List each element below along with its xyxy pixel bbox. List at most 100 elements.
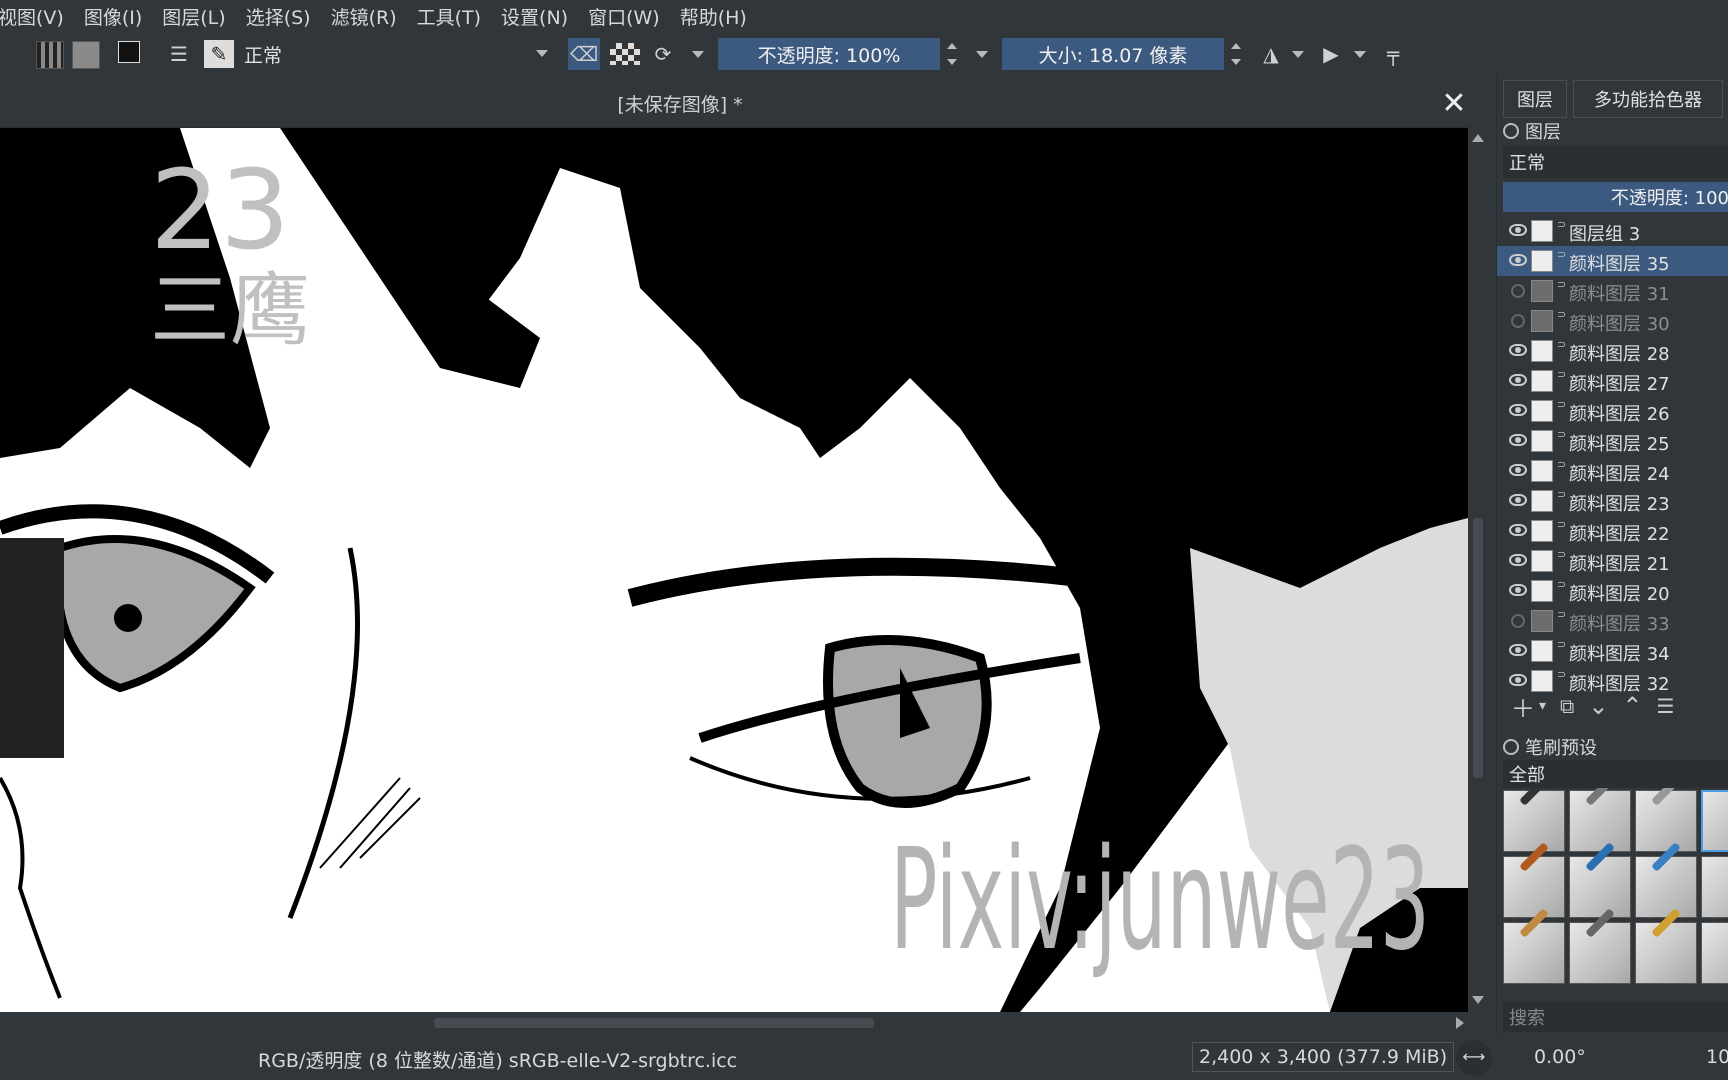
layer-row[interactable]: ⊃ 图层组 3 bbox=[1497, 216, 1728, 246]
eye-hidden-icon[interactable] bbox=[1511, 284, 1525, 298]
close-icon[interactable]: ✕ bbox=[1436, 86, 1472, 122]
layer-row[interactable]: ⊃ 颜料图层 26 bbox=[1497, 396, 1728, 426]
alpha-inherit-icon[interactable]: ⊃ bbox=[1557, 308, 1566, 321]
layer-row[interactable]: ⊃ 颜料图层 34 bbox=[1497, 636, 1728, 666]
chevron-down-icon[interactable] bbox=[692, 51, 704, 58]
brush-preset-graphite[interactable] bbox=[1569, 908, 1631, 984]
pattern-swatch[interactable] bbox=[72, 41, 100, 69]
mirror-vertical-icon[interactable]: ▶ bbox=[1316, 38, 1346, 70]
brush-search-input[interactable]: 搜索 bbox=[1503, 1002, 1728, 1032]
drawing-canvas[interactable]: 23 三鹰 Pixiv:junwe23 bbox=[0, 128, 1468, 1012]
brush-preset-charcoal[interactable] bbox=[1503, 908, 1565, 984]
lock-icon[interactable] bbox=[1503, 123, 1519, 139]
brush-preset-icon[interactable]: ✎ bbox=[204, 40, 234, 68]
brush-preset-pencil-soft[interactable] bbox=[1569, 788, 1631, 852]
zoom-value[interactable]: 10 bbox=[1706, 1046, 1728, 1068]
menu-select[interactable]: 选择(S) bbox=[236, 3, 321, 30]
layer-row[interactable]: ⊃ 颜料图层 35 bbox=[1497, 246, 1728, 276]
vertical-scrollbar[interactable] bbox=[1468, 128, 1488, 1012]
layer-row[interactable]: ⊃ 颜料图层 27 bbox=[1497, 366, 1728, 396]
foreground-color-swatch[interactable] bbox=[118, 41, 140, 63]
layer-row[interactable]: ⊃ 颜料图层 30 bbox=[1497, 306, 1728, 336]
layer-opacity-slider[interactable]: 不透明度: 100 bbox=[1503, 182, 1728, 212]
eye-icon[interactable] bbox=[1509, 674, 1527, 686]
alpha-inherit-icon[interactable]: ⊃ bbox=[1557, 428, 1566, 441]
eye-icon[interactable] bbox=[1509, 494, 1527, 506]
rotation-icon[interactable]: ⟷ bbox=[1456, 1040, 1492, 1076]
eye-icon[interactable] bbox=[1509, 344, 1527, 356]
image-dimensions[interactable]: 2,400 x 3,400 (377.9 MiB) bbox=[1192, 1042, 1455, 1072]
brush-preset-selected[interactable] bbox=[1701, 790, 1728, 852]
chevron-down-icon[interactable] bbox=[976, 51, 988, 58]
eraser-icon[interactable]: ⌫ bbox=[568, 38, 600, 70]
brush-preset-marker[interactable] bbox=[1635, 908, 1697, 984]
layer-row[interactable]: ⊃ 颜料图层 33 bbox=[1497, 606, 1728, 636]
brush-tag-filter[interactable]: 全部 bbox=[1503, 760, 1728, 788]
chevron-down-icon[interactable] bbox=[1292, 51, 1304, 58]
eye-hidden-icon[interactable] bbox=[1511, 314, 1525, 328]
horizontal-scroll-thumb[interactable] bbox=[434, 1018, 874, 1028]
menu-settings[interactable]: 设置(N) bbox=[491, 3, 578, 30]
brush-preset-blue-pencil[interactable] bbox=[1569, 842, 1631, 918]
chevron-down-icon[interactable]: ▾ bbox=[1539, 698, 1546, 714]
opacity-slider[interactable]: 不透明度: 100% bbox=[718, 38, 940, 70]
eye-hidden-icon[interactable] bbox=[1511, 614, 1525, 628]
scroll-up-icon[interactable] bbox=[1472, 134, 1484, 142]
brush-preset-fineliner[interactable] bbox=[1503, 842, 1565, 918]
preserve-alpha-icon[interactable] bbox=[610, 43, 640, 65]
eye-icon[interactable] bbox=[1509, 584, 1527, 596]
menu-help[interactable]: 帮助(H) bbox=[670, 3, 757, 30]
layer-row[interactable]: ⊃ 颜料图层 22 bbox=[1497, 516, 1728, 546]
alpha-inherit-icon[interactable]: ⊃ bbox=[1557, 368, 1566, 381]
rotation-value[interactable]: 0.00° bbox=[1534, 1046, 1586, 1068]
move-layer-up-icon[interactable]: ⌃ bbox=[1622, 692, 1642, 720]
alpha-inherit-icon[interactable]: ⊃ bbox=[1557, 278, 1566, 291]
menu-tools[interactable]: 工具(T) bbox=[407, 3, 491, 30]
tab-color-selector[interactable]: 多功能拾色器 bbox=[1573, 80, 1723, 118]
horizontal-scrollbar[interactable] bbox=[64, 1012, 1468, 1034]
scroll-right-icon[interactable] bbox=[1456, 1017, 1464, 1029]
brush-preset-ink[interactable] bbox=[1503, 788, 1565, 852]
eye-icon[interactable] bbox=[1509, 434, 1527, 446]
eye-icon[interactable] bbox=[1509, 404, 1527, 416]
alpha-inherit-icon[interactable]: ⊃ bbox=[1557, 518, 1566, 531]
tab-layers[interactable]: 图层 bbox=[1503, 80, 1567, 118]
menu-window[interactable]: 窗口(W) bbox=[578, 3, 670, 30]
vertical-scroll-thumb[interactable] bbox=[1473, 518, 1483, 778]
layer-row[interactable]: ⊃ 颜料图层 24 bbox=[1497, 456, 1728, 486]
menu-layer[interactable]: 图层(L) bbox=[152, 3, 235, 30]
mirror-horizontal-icon[interactable]: ◮ bbox=[1256, 38, 1286, 70]
layer-row[interactable]: ⊃ 颜料图层 31 bbox=[1497, 276, 1728, 306]
layer-row[interactable]: ⊃ 颜料图层 21 bbox=[1497, 546, 1728, 576]
alpha-inherit-icon[interactable]: ⊃ bbox=[1557, 668, 1566, 681]
alpha-inherit-icon[interactable]: ⊃ bbox=[1557, 578, 1566, 591]
alpha-inherit-icon[interactable]: ⊃ bbox=[1557, 218, 1566, 231]
alpha-inherit-icon[interactable]: ⊃ bbox=[1557, 248, 1566, 261]
menu-image[interactable]: 图像(I) bbox=[74, 3, 152, 30]
layer-row[interactable]: ⊃ 颜料图层 28 bbox=[1497, 336, 1728, 366]
gradient-swatch[interactable] bbox=[36, 41, 64, 69]
alpha-inherit-icon[interactable]: ⊃ bbox=[1557, 338, 1566, 351]
brush-preset-hatch[interactable] bbox=[1635, 842, 1697, 918]
opacity-spinner[interactable] bbox=[944, 38, 960, 70]
alpha-inherit-icon[interactable]: ⊃ bbox=[1557, 638, 1566, 651]
reload-icon[interactable]: ⟳ bbox=[648, 38, 678, 70]
eye-icon[interactable] bbox=[1509, 524, 1527, 536]
layer-row[interactable]: ⊃ 颜料图层 25 bbox=[1497, 426, 1728, 456]
brush-preset-extra[interactable] bbox=[1701, 922, 1728, 984]
eye-icon[interactable] bbox=[1509, 374, 1527, 386]
layer-row[interactable]: ⊃ 颜料图层 20 bbox=[1497, 576, 1728, 606]
layer-properties-icon[interactable]: ☰ bbox=[1657, 694, 1675, 718]
eye-icon[interactable] bbox=[1509, 464, 1527, 476]
menu-view[interactable]: 视图(V) bbox=[0, 3, 74, 30]
layer-blend-mode-combo[interactable]: 正常 bbox=[1503, 146, 1728, 178]
chevron-down-icon[interactable] bbox=[1354, 51, 1366, 58]
move-layer-down-icon[interactable]: ⌄ bbox=[1588, 692, 1608, 720]
duplicate-layer-icon[interactable]: ⧉ bbox=[1560, 694, 1574, 718]
size-spinner[interactable] bbox=[1228, 38, 1244, 70]
wrap-around-icon[interactable]: ╤ bbox=[1378, 38, 1408, 70]
eye-icon[interactable] bbox=[1509, 224, 1527, 236]
brush-preset-partial[interactable] bbox=[1701, 856, 1728, 918]
layer-row[interactable]: ⊃ 颜料图层 23 bbox=[1497, 486, 1728, 516]
add-layer-icon[interactable]: ＋ bbox=[1511, 689, 1535, 724]
